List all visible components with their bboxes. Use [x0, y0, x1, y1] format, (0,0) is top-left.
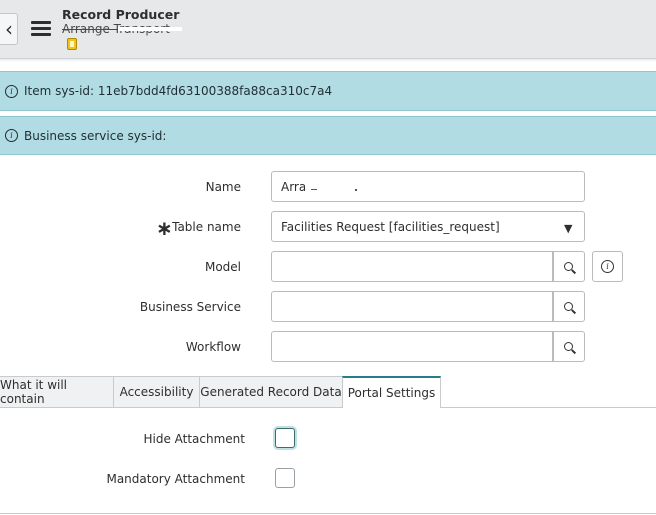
- search-icon: [564, 341, 574, 352]
- item-sys-id-text: Item sys-id: 11eb7bdd4fd63100388fa88ca31…: [24, 84, 333, 98]
- workflow-input[interactable]: [271, 331, 553, 362]
- tab-portal-settings[interactable]: Portal Settings: [342, 376, 441, 408]
- mandatory-attachment-checkbox[interactable]: [275, 468, 295, 488]
- header-bar: ‹ Record Producer Arrange Transport: [0, 0, 656, 59]
- info-icon: i: [5, 129, 18, 142]
- tabs-divider: [0, 407, 656, 408]
- workflow-label: Workflow: [185, 340, 241, 354]
- search-icon: [564, 261, 574, 272]
- tab-accessibility[interactable]: Accessibility: [113, 376, 200, 407]
- business-service-sys-id-text: Business service sys-id:: [24, 128, 167, 143]
- mandatory-attachment-label: Mandatory Attachment: [106, 472, 245, 486]
- business-service-label: Business Service: [139, 300, 241, 314]
- tab-what-it-will-contain[interactable]: What it will contain: [0, 376, 114, 407]
- name-label: Name: [205, 180, 241, 194]
- business-service-input[interactable]: [271, 291, 553, 322]
- page-title: Record Producer: [62, 7, 180, 22]
- back-button[interactable]: ‹: [0, 13, 18, 45]
- redaction-mask: [305, 175, 363, 195]
- table-name-label: Table name: [172, 220, 241, 234]
- info-icon: i: [601, 260, 614, 273]
- search-icon: [564, 301, 574, 312]
- model-label: Model: [204, 260, 241, 274]
- redaction-bar: [118, 27, 182, 31]
- model-lookup-button[interactable]: [553, 251, 585, 282]
- tab-generated-record-data[interactable]: Generated Record Data: [199, 376, 343, 407]
- table-name-select[interactable]: Facilities Request [facilities_request]: [271, 211, 585, 242]
- chevron-left-icon: ‹: [5, 17, 13, 41]
- hide-attachment-checkbox[interactable]: [275, 428, 295, 448]
- business-service-lookup-button[interactable]: [553, 291, 585, 322]
- hamburger-menu-icon[interactable]: [31, 21, 51, 37]
- model-info-button[interactable]: i: [592, 251, 623, 282]
- workflow-lookup-button[interactable]: [553, 331, 585, 362]
- business-service-sys-id-banner: i Business service sys-id:: [0, 116, 656, 155]
- info-icon: i: [5, 84, 18, 98]
- chevron-down-icon[interactable]: ▼: [564, 222, 572, 235]
- section-divider: [0, 513, 656, 514]
- model-input[interactable]: [271, 251, 553, 282]
- hide-attachment-label: Hide Attachment: [143, 432, 245, 446]
- header-shadow: [0, 59, 656, 62]
- record-icon: [67, 38, 77, 50]
- item-sys-id-banner: i Item sys-id: 11eb7bdd4fd63100388fa88ca…: [0, 71, 656, 111]
